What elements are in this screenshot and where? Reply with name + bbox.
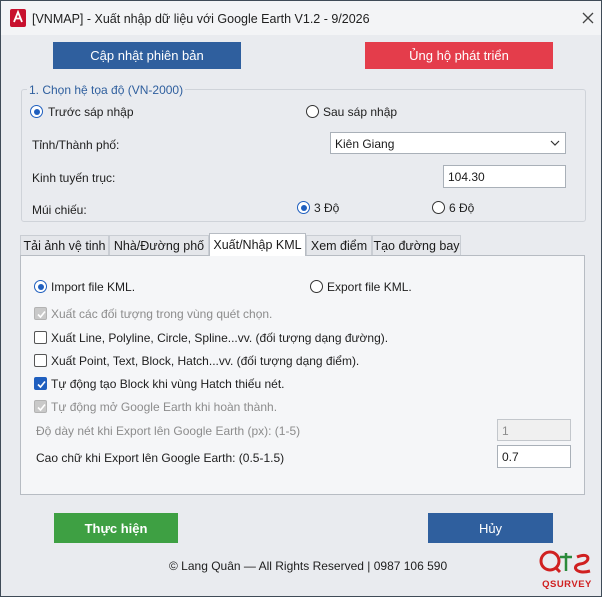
auto-create-block-checkbox[interactable] (34, 377, 47, 390)
copyright-footer: © Lang Quân — All Rights Reserved | 0987… (169, 559, 448, 573)
import-kml-radio[interactable] (34, 280, 47, 293)
cancel-button[interactable]: Hủy (428, 513, 553, 543)
export-lines-checkbox[interactable] (34, 331, 47, 344)
after-merge-label[interactable]: Sau sáp nhập (323, 105, 397, 119)
zone-3-degree-label[interactable]: 3 Độ (314, 201, 339, 215)
tab-view-points[interactable]: Xem điểm (306, 235, 372, 255)
export-selection-label: Xuất các đối tượng trong vùng quét chọn. (51, 307, 273, 321)
qsurvey-logo-text: QSURVEY (542, 579, 592, 590)
after-merge-radio[interactable] (306, 105, 319, 118)
title-bar: [VNMAP] - Xuất nhập dữ liệu với Google E… (1, 1, 601, 35)
export-kml-radio[interactable] (310, 280, 323, 293)
province-label: Tỉnh/Thành phố: (32, 138, 120, 152)
meridian-label: Kinh tuyến trục: (32, 171, 116, 185)
main-window: [VNMAP] - Xuất nhập dữ liệu với Google E… (0, 0, 602, 597)
tab-flight-path[interactable]: Tạo đường bay (372, 235, 461, 255)
export-points-checkbox[interactable] (34, 354, 47, 367)
auto-open-earth-checkbox[interactable] (34, 400, 47, 413)
text-height-input[interactable]: 0.7 (497, 445, 571, 468)
before-merge-radio[interactable] (30, 105, 43, 118)
export-kml-label[interactable]: Export file KML. (327, 280, 412, 294)
auto-create-block-label: Tự động tạo Block khi vùng Hatch thiếu n… (51, 377, 285, 391)
text-height-label: Cao chữ khi Export lên Google Earth: (0.… (36, 451, 285, 465)
line-width-label: Độ dày nét khi Export lên Google Earth (… (36, 424, 301, 438)
zone-label: Múi chiếu: (32, 203, 87, 217)
autocad-app-icon (10, 9, 26, 27)
support-development-button[interactable]: Ủng hộ phát triển (365, 42, 553, 69)
run-button[interactable]: Thực hiện (54, 513, 178, 543)
auto-open-earth-label: Tự động mở Google Earth khi hoàn thành. (51, 400, 278, 414)
tab-satellite-images[interactable]: Tải ảnh vệ tinh (20, 235, 109, 255)
chevron-down-icon (550, 140, 560, 146)
import-kml-label[interactable]: Import file KML. (51, 280, 135, 294)
export-points-label: Xuất Point, Text, Block, Hatch...vv. (đố… (51, 354, 360, 368)
province-select[interactable]: Kiên Giang (330, 132, 566, 154)
tab-export-import-kml[interactable]: Xuất/Nhập KML (209, 233, 306, 256)
close-icon[interactable] (579, 9, 597, 27)
meridian-input[interactable]: 104.30 (443, 165, 566, 188)
tab-house-street[interactable]: Nhà/Đường phố (109, 235, 209, 255)
export-selection-checkbox[interactable] (34, 307, 47, 320)
province-selected-value: Kiên Giang (335, 137, 395, 151)
line-width-input[interactable]: 1 (497, 419, 571, 441)
before-merge-label[interactable]: Trước sáp nhập (48, 105, 134, 119)
zone-6-degree-label[interactable]: 6 Độ (449, 201, 474, 215)
zone-3-degree-radio[interactable] (297, 201, 310, 214)
window-title: [VNMAP] - Xuất nhập dữ liệu với Google E… (32, 12, 370, 26)
export-lines-label: Xuất Line, Polyline, Circle, Spline...vv… (51, 331, 389, 345)
coordinate-group-title: 1. Chọn hệ tọa độ (VN-2000) (27, 83, 186, 97)
zone-6-degree-radio[interactable] (432, 201, 445, 214)
update-version-button[interactable]: Cập nhật phiên bản (53, 42, 241, 69)
